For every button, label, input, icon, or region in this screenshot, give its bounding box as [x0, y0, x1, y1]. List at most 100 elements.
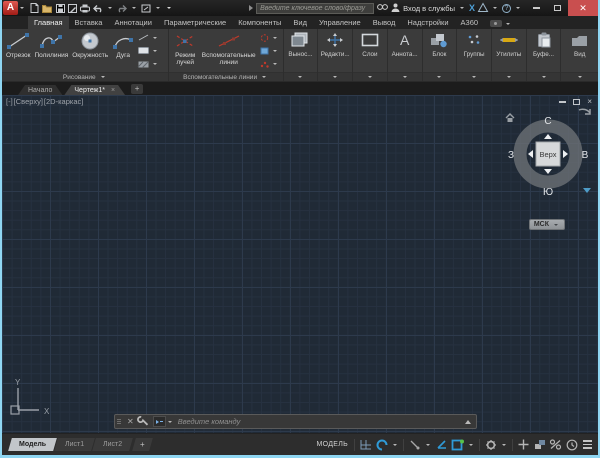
viewcube-home-icon[interactable] [505, 109, 515, 127]
polyline-button[interactable]: Полилиния [33, 30, 71, 72]
help-icon[interactable]: ? [502, 4, 511, 13]
drawing-canvas[interactable]: [-] [Сверху] [2D-каркас] × С Ю З В [2, 95, 598, 433]
viewcube-north-label[interactable]: С [544, 116, 551, 127]
ribbon-tab-output[interactable]: Вывод [367, 16, 402, 29]
redo-button[interactable] [117, 4, 127, 13]
viewport-view-control[interactable]: [Сверху] [14, 97, 43, 106]
maximize-button[interactable] [547, 0, 568, 16]
minimize-button[interactable] [526, 0, 547, 16]
workspace-gear-icon[interactable] [484, 438, 497, 452]
snap-mode-icon[interactable] [375, 438, 388, 452]
construction-line-button[interactable]: Вспомогательные линии [200, 30, 258, 72]
viewcube-menu-icon[interactable] [583, 188, 591, 193]
layout-tab-model[interactable]: Модель [8, 438, 57, 451]
panel-groups[interactable]: Группы [457, 29, 492, 81]
panel-block[interactable]: Блок [423, 29, 458, 81]
panel-viewports[interactable]: Вынос... [284, 29, 319, 81]
ribbon-tab-a360[interactable]: A360 [455, 16, 485, 29]
ribbon-tab-parametric[interactable]: Параметрические [158, 16, 232, 29]
new-file-button[interactable] [30, 3, 39, 13]
doc-close-icon[interactable]: × [587, 98, 592, 106]
layout-tab-layout2[interactable]: Лист2 [92, 438, 133, 451]
viewcube-arrow-left[interactable] [528, 150, 533, 158]
viewcube-orbit-icon[interactable] [577, 107, 593, 130]
tab-close-icon[interactable]: × [111, 87, 115, 94]
a360-dropdown-icon[interactable] [493, 7, 497, 9]
viewport-menu-control[interactable]: [-] [6, 97, 13, 106]
doc-minimize-icon[interactable] [559, 101, 566, 103]
panel-clipboard[interactable]: Буфе... [527, 29, 562, 81]
panel-utilities[interactable]: Утилиты [492, 29, 527, 81]
doc-restore-icon[interactable] [573, 99, 580, 105]
isodraft-icon[interactable] [408, 438, 421, 452]
command-line[interactable]: ✕ [114, 414, 477, 429]
layout-tab-layout1[interactable]: Лист1 [54, 438, 95, 451]
qat-customize-icon[interactable] [167, 7, 171, 9]
command-close-icon[interactable]: ✕ [123, 417, 138, 426]
clock-icon[interactable] [565, 438, 578, 452]
viewcube-arrow-up[interactable] [544, 134, 552, 139]
viewcube[interactable]: С Ю З В Верх МСК [503, 107, 593, 203]
arc-button[interactable]: Дуга [110, 30, 136, 72]
annotation-scale-icon[interactable] [533, 438, 546, 452]
workspace-dropdown-icon[interactable] [156, 7, 160, 9]
signin-label[interactable]: Вход в службы [403, 4, 455, 13]
command-recent-dropdown-icon[interactable] [168, 421, 172, 423]
exchange-apps-icon[interactable]: X [469, 3, 475, 13]
new-layout-button[interactable]: + [132, 438, 152, 451]
command-prompt-icon[interactable] [153, 416, 166, 427]
rectangle-button[interactable] [138, 47, 159, 54]
search-expand-icon[interactable] [249, 5, 253, 11]
command-grip-icon[interactable] [115, 419, 123, 424]
command-history-icon[interactable] [465, 420, 471, 424]
construction-polygon-button[interactable] [260, 47, 279, 55]
viewcube-arrow-down[interactable] [544, 169, 552, 174]
ribbon-tab-manage[interactable]: Управление [313, 16, 367, 29]
panel-layers[interactable]: Слои [353, 29, 388, 81]
ribbon-tab-components[interactable]: Компоненты [232, 16, 287, 29]
polar-tracking-icon[interactable] [435, 438, 448, 452]
panel-view[interactable]: Вид [561, 29, 598, 81]
viewcube-arrow-right[interactable] [563, 150, 568, 158]
ribbon-tab-annotate[interactable]: Аннотации [108, 16, 158, 29]
close-button[interactable]: ✕ [568, 0, 598, 16]
ribbon-tab-addins[interactable]: Надстройки [401, 16, 454, 29]
featured-apps-button[interactable] [490, 20, 512, 29]
viewcube-south-label[interactable]: Ю [543, 187, 553, 198]
viewcube-east-label[interactable]: В [582, 150, 589, 161]
undo-dropdown-icon[interactable] [108, 7, 112, 9]
search-input[interactable] [256, 3, 374, 14]
model-space-button[interactable]: МОДЕЛЬ [316, 441, 348, 448]
app-menu-dropdown-icon[interactable] [20, 7, 24, 9]
construction-spray-button[interactable] [260, 60, 279, 68]
panel-draw-footer[interactable]: Рисование [2, 72, 168, 81]
ribbon-tab-home[interactable]: Главная [28, 16, 69, 29]
annotation-visibility-icon[interactable] [549, 438, 562, 452]
command-input[interactable] [174, 417, 465, 426]
construction-circle-button[interactable] [260, 34, 279, 42]
panel-annotation[interactable]: A Аннота... [388, 29, 423, 81]
help-dropdown-icon[interactable] [516, 7, 520, 9]
object-snap-dropdown-icon[interactable] [469, 444, 473, 446]
ray-mode-button[interactable]: Режим лучей [171, 30, 200, 72]
file-tab-start[interactable]: Начало [18, 85, 62, 95]
line-button[interactable]: Отрезок [4, 30, 33, 72]
viewport-visual-style-control[interactable]: [2D-каркас] [44, 97, 83, 106]
object-snap-icon[interactable] [451, 438, 464, 452]
grid-display-icon[interactable] [359, 438, 372, 452]
app-menu-button[interactable]: A [3, 1, 18, 15]
wcs-button[interactable]: МСК [529, 219, 565, 230]
open-file-button[interactable] [42, 4, 53, 13]
viewcube-face-label[interactable]: Верх [539, 150, 556, 159]
workspace-icon[interactable] [141, 4, 151, 13]
circle-button[interactable]: Окружность [70, 30, 110, 72]
hatch-button[interactable] [138, 61, 159, 68]
ribbon-tab-insert[interactable]: Вставка [69, 16, 109, 29]
snap-dropdown-icon[interactable] [393, 444, 397, 446]
a360-icon[interactable] [478, 3, 488, 14]
search-icon[interactable] [377, 3, 388, 13]
undo-button[interactable] [93, 4, 103, 13]
new-tab-button[interactable]: + [131, 84, 143, 94]
save-as-button[interactable] [68, 4, 77, 13]
command-customize-icon[interactable] [138, 413, 149, 431]
